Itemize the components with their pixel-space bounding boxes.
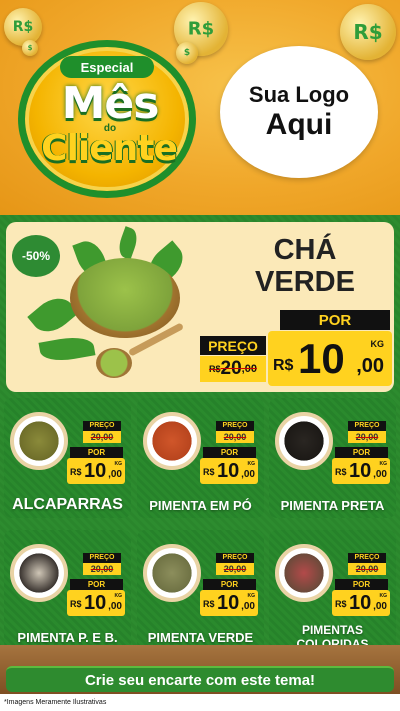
product-card[interactable]: PREÇO 20,00 POR R$ 10 KG ,00 PIMENTA EM PÓ — [137, 398, 264, 518]
card-price-box: R$ 10 KG ,00 — [67, 458, 125, 484]
seal-ribbon: Especial — [60, 56, 154, 78]
card-old-price: 20,00 — [83, 431, 121, 443]
card-por-label: POR — [335, 447, 388, 458]
card-por-label: POR — [70, 579, 123, 590]
card-old-price: 20,00 — [83, 563, 121, 575]
card-product-name: ALCAPARRAS — [12, 496, 123, 513]
card-por-label: POR — [335, 579, 388, 590]
pimentas-coloridas-image — [275, 544, 333, 602]
matcha-bowl-image — [70, 258, 180, 338]
card-old-price: 20,00 — [348, 563, 386, 575]
card-product-name: PIMENTA PRETA — [280, 498, 385, 513]
card-preco-label: PREÇO — [216, 553, 254, 563]
card-price-box: R$ 10 KG ,00 — [67, 590, 125, 616]
card-preco-label: PREÇO — [83, 421, 121, 431]
hero-currency: R$ — [273, 357, 294, 374]
hero-por-label: POR — [280, 310, 390, 330]
card-product-name: PIMENTA VERDE — [147, 630, 254, 645]
card-por-label: POR — [203, 447, 256, 458]
your-logo-placeholder[interactable]: Sua Logo Aqui — [220, 46, 378, 178]
card-old-price: 20,00 — [216, 431, 254, 443]
card-price-box: R$ 10 KG ,00 — [332, 590, 390, 616]
card-old-price: 20,00 — [216, 563, 254, 575]
discount-badge: -50% — [12, 235, 60, 277]
card-por-label: POR — [70, 447, 123, 458]
your-logo-line1: Sua Logo — [248, 82, 350, 107]
create-flyer-button[interactable]: Crie seu encarte com este tema! — [6, 666, 394, 692]
matcha-spoon-image — [96, 348, 132, 378]
hero-preco-label: PREÇO — [200, 336, 266, 355]
seal-title-cliente: Cliente — [41, 128, 178, 169]
coin-icon: $ — [176, 42, 198, 64]
product-card[interactable]: PREÇO 20,00 POR R$10KG,00 PIMENTAS COLOR… — [269, 530, 396, 651]
card-preco-label: PREÇO — [216, 421, 254, 431]
hero-price-int: 10 — [298, 335, 345, 382]
card-product-name: PIMENTA P. E B. — [17, 630, 118, 645]
card-por-label: POR — [203, 579, 256, 590]
card-old-price: 20,00 — [348, 431, 386, 443]
disclaimer-text: *Imagens Meramente Ilustrativas — [0, 694, 400, 711]
card-price-box: R$ 10 KG ,00 — [200, 590, 258, 616]
product-card[interactable]: PREÇO 20,00 POR R$ 10 KG ,00 PIMENTA VERDE — [137, 530, 264, 650]
pimenta-verde-image — [143, 544, 201, 602]
coin-icon: $ — [22, 40, 38, 56]
pimenta-preta-e-branca-image — [10, 544, 68, 602]
card-product-name: PIMENTA EM PÓ — [149, 498, 252, 513]
product-card[interactable]: PREÇO 20,00 POR R$ 10 KG ,00 PIMENTA P. E B… — [4, 530, 131, 650]
hero-price-dec: ,00 — [356, 355, 384, 377]
card-preco-label: PREÇO — [348, 421, 386, 431]
card-price-box: R$ 10 KG ,00 — [200, 458, 258, 484]
coin-icon: R$ — [340, 4, 396, 60]
coin-icon: R$ — [4, 8, 42, 46]
your-logo-line2: Aqui — [265, 108, 333, 141]
pimenta-em-po-image — [143, 412, 201, 470]
product-card[interactable]: PREÇO 20,00 POR R$ 10 KG ,00 PIMENTA PRETA — [269, 398, 396, 518]
seal-title-mes: Mês — [61, 78, 160, 129]
hero-price-box: R$ 10 KG ,00 — [268, 331, 392, 386]
card-preco-label: PREÇO — [83, 553, 121, 563]
product-card[interactable]: PREÇO 20,00 POR R$ 10 KG ,00 ALCAPARRAS — [4, 398, 131, 518]
hero-product-title: CHÁ VERDE — [255, 234, 355, 299]
alcaparras-image — [10, 412, 68, 470]
card-preco-label: PREÇO — [348, 553, 386, 563]
hero-old-price: R$ 20,00 — [200, 356, 266, 382]
hero-unit: KG — [370, 339, 385, 349]
pimenta-preta-image — [275, 412, 333, 470]
card-price-box: R$ 10 KG ,00 — [332, 458, 390, 484]
